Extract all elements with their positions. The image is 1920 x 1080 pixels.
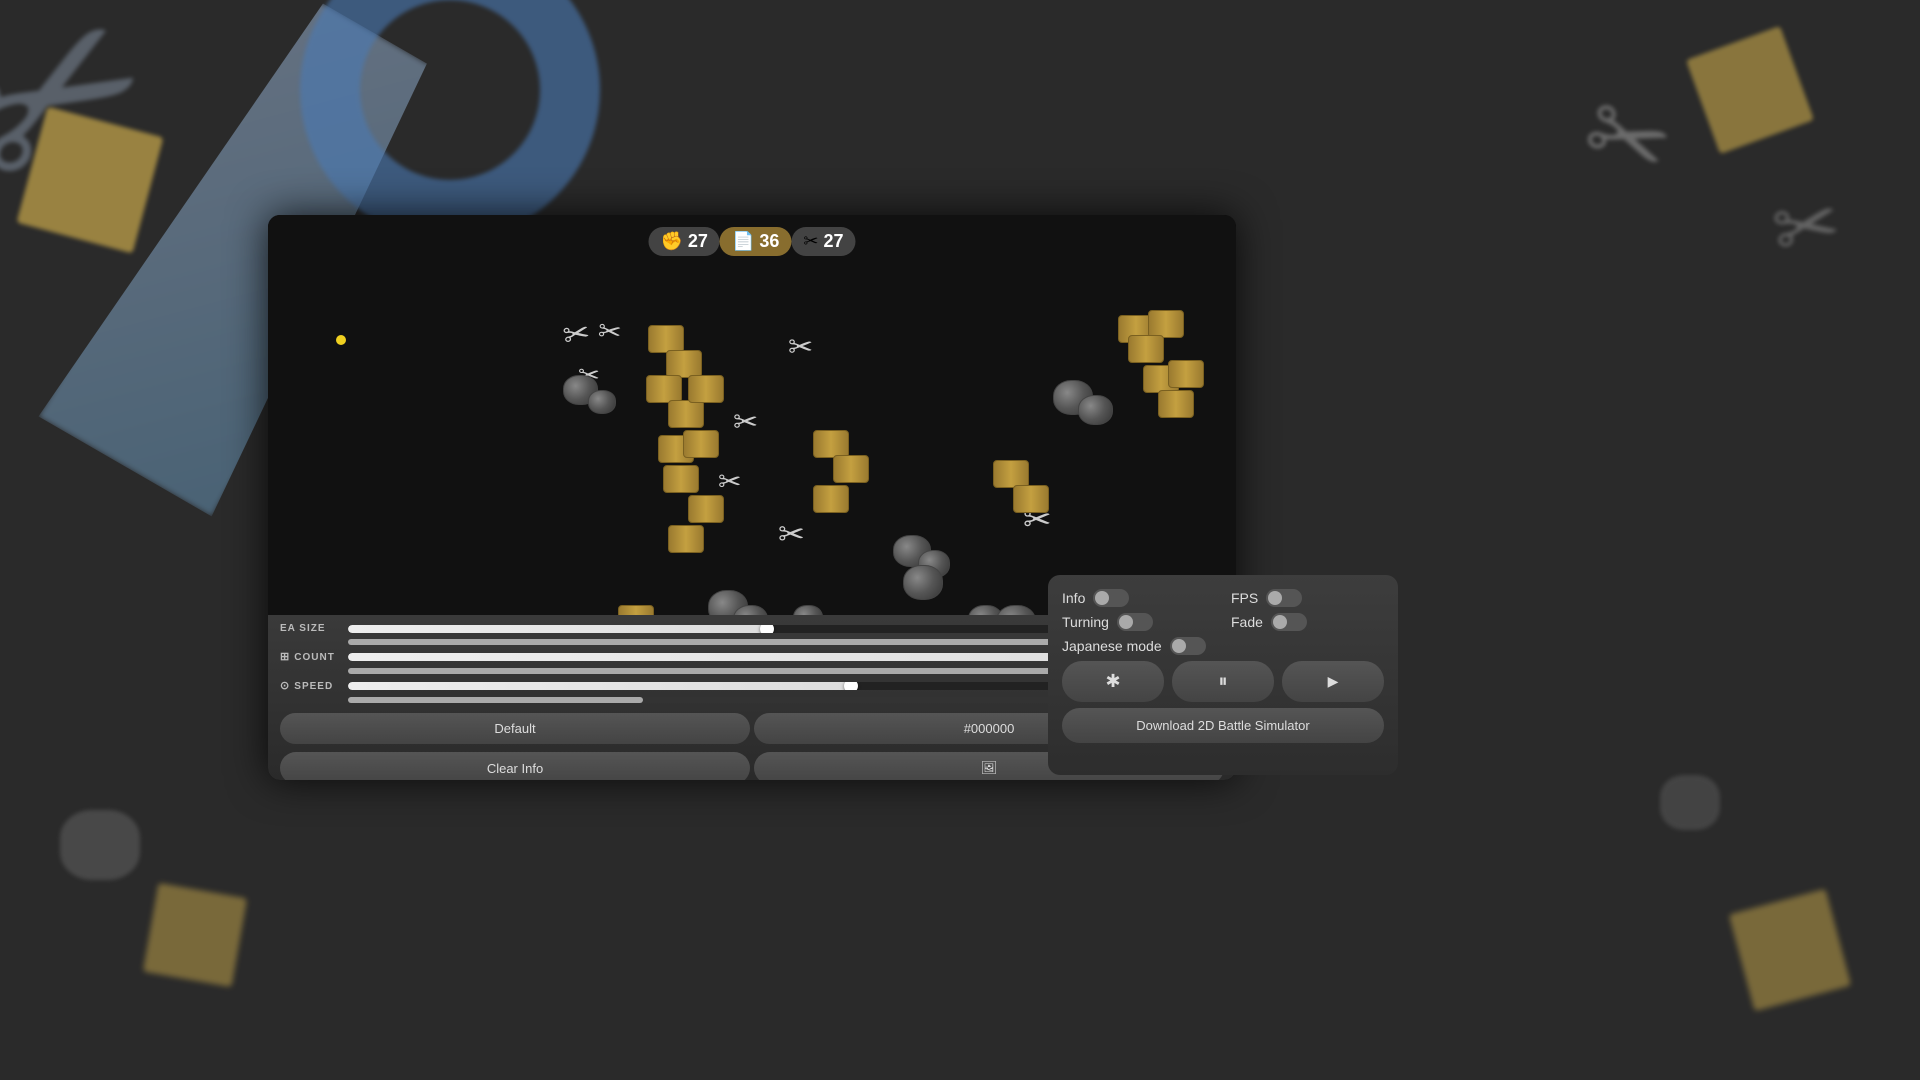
bg-scissors-topright2-icon: ✂ xyxy=(1765,175,1847,278)
paper-entity-10 xyxy=(668,525,704,553)
fps-label: FPS xyxy=(1231,590,1258,606)
paper-entity-11 xyxy=(813,430,849,458)
paper-entity-1 xyxy=(648,325,684,353)
paper-entity-15 xyxy=(1013,485,1049,513)
fade-toggle: Fade xyxy=(1231,613,1384,631)
extra-button[interactable]: ▶ xyxy=(1282,661,1384,702)
paper-entity-17 xyxy=(1148,310,1184,338)
paper-entity-5 xyxy=(688,375,724,403)
speed-fill xyxy=(348,682,851,690)
speed-icon: ⊙ xyxy=(280,680,294,692)
turning-label: Turning xyxy=(1062,614,1109,630)
score-bar: ✊ 27 📄 36 ✂ 27 xyxy=(648,227,855,256)
info-fps-row: Info FPS xyxy=(1062,589,1384,607)
turning-toggle: Turning xyxy=(1062,613,1215,631)
star-button[interactable]: ✱ xyxy=(1062,661,1164,702)
paper-count: 36 xyxy=(759,231,779,252)
paper-icon: 📄 xyxy=(732,231,754,252)
pause-button[interactable]: ⏸ xyxy=(1172,661,1274,702)
paper-entity-3 xyxy=(646,375,682,403)
paper-entity-4 xyxy=(668,400,704,428)
scissors-entity-2: ✂ xyxy=(597,314,623,349)
download-button[interactable]: Download 2D Battle Simulator xyxy=(1062,708,1384,743)
turning-toggle-knob xyxy=(1119,615,1133,629)
japanese-mode-label: Japanese mode xyxy=(1062,638,1162,654)
hand-count: 27 xyxy=(688,231,708,252)
japanese-mode-switch[interactable] xyxy=(1170,637,1206,655)
scissors-entity-5: ✂ xyxy=(718,465,741,498)
turning-fade-row: Turning Fade xyxy=(1062,613,1384,631)
fps-toggle-switch[interactable] xyxy=(1266,589,1302,607)
paper-entity-9 xyxy=(688,495,724,523)
japanese-mode-row: Japanese mode xyxy=(1062,637,1384,655)
info-label: Info xyxy=(1062,590,1085,606)
paper-entity-18 xyxy=(1128,335,1164,363)
rock-entity-8 xyxy=(903,565,943,600)
right-panel: Info FPS Turning Fade Japanese mode xyxy=(1048,575,1398,775)
bg-paper-bottomright xyxy=(1729,889,1851,1011)
paper-entity-21 xyxy=(1158,390,1194,418)
hand-icon: ✊ xyxy=(660,231,682,252)
turning-toggle-switch[interactable] xyxy=(1117,613,1153,631)
game-canvas: ✊ 27 📄 36 ✂ 27 ✂ ✂ ✂ ✂ ✂ ✂ ✂ ✂ ✂ ✂ xyxy=(268,215,1236,620)
bg-paper-topright xyxy=(1686,26,1814,154)
scissors-count: 27 xyxy=(823,231,843,252)
paper-entity-13 xyxy=(813,485,849,513)
japanese-mode-knob xyxy=(1172,639,1186,653)
ea-size-sub-fill xyxy=(348,639,1107,645)
hand-score: ✊ 27 xyxy=(648,227,719,256)
fade-label: Fade xyxy=(1231,614,1263,630)
default-button[interactable]: Default xyxy=(280,713,750,744)
fade-toggle-switch[interactable] xyxy=(1271,613,1307,631)
rock-entity-2 xyxy=(588,390,616,414)
paper-entity-2 xyxy=(666,350,702,378)
scissors-entity-1: ✂ xyxy=(560,313,593,355)
speed-thumb[interactable] xyxy=(844,682,858,690)
scissors-entity-4: ✂ xyxy=(733,405,758,440)
grid-icon: ⊞ xyxy=(280,651,294,663)
clear-info-button[interactable]: Clear Info xyxy=(280,752,750,780)
scissors-entity-6: ✂ xyxy=(778,515,805,553)
bg-rock-bottomright xyxy=(1660,775,1720,830)
paper-entity-20 xyxy=(1168,360,1204,388)
speed-sub-fill xyxy=(348,697,643,703)
paper-entity-7 xyxy=(683,430,719,458)
fps-toggle-knob xyxy=(1268,591,1282,605)
paper-entity-12 xyxy=(833,455,869,483)
fade-toggle-knob xyxy=(1273,615,1287,629)
action-buttons-row: ✱ ⏸ ▶ xyxy=(1062,661,1384,702)
info-toggle: Info xyxy=(1062,589,1215,607)
count-label: ⊞ COUNT xyxy=(280,650,340,663)
bg-scissors-topright-icon: ✂ xyxy=(1569,69,1688,208)
screenshot-icon: 🖼 xyxy=(981,760,998,775)
yellow-dot xyxy=(336,335,346,345)
scissors-score: ✂ 27 xyxy=(791,227,855,256)
ea-size-fill xyxy=(348,625,767,633)
bg-rock-bottomleft xyxy=(60,810,140,880)
rock-entity-13 xyxy=(1078,395,1113,425)
info-toggle-knob xyxy=(1095,591,1109,605)
ea-size-label: EA SIZE xyxy=(280,623,340,634)
speed-label: ⊙ SPEED xyxy=(280,679,340,692)
info-toggle-switch[interactable] xyxy=(1093,589,1129,607)
ea-size-thumb[interactable] xyxy=(760,625,774,633)
scissors-icon: ✂ xyxy=(803,231,818,252)
paper-entity-8 xyxy=(663,465,699,493)
paper-score: 📄 36 xyxy=(720,227,791,256)
scissors-entity-7: ✂ xyxy=(788,330,813,365)
bg-paper-bottomleft xyxy=(143,883,247,987)
paper-entity-14 xyxy=(993,460,1029,488)
fps-toggle: FPS xyxy=(1231,589,1384,607)
